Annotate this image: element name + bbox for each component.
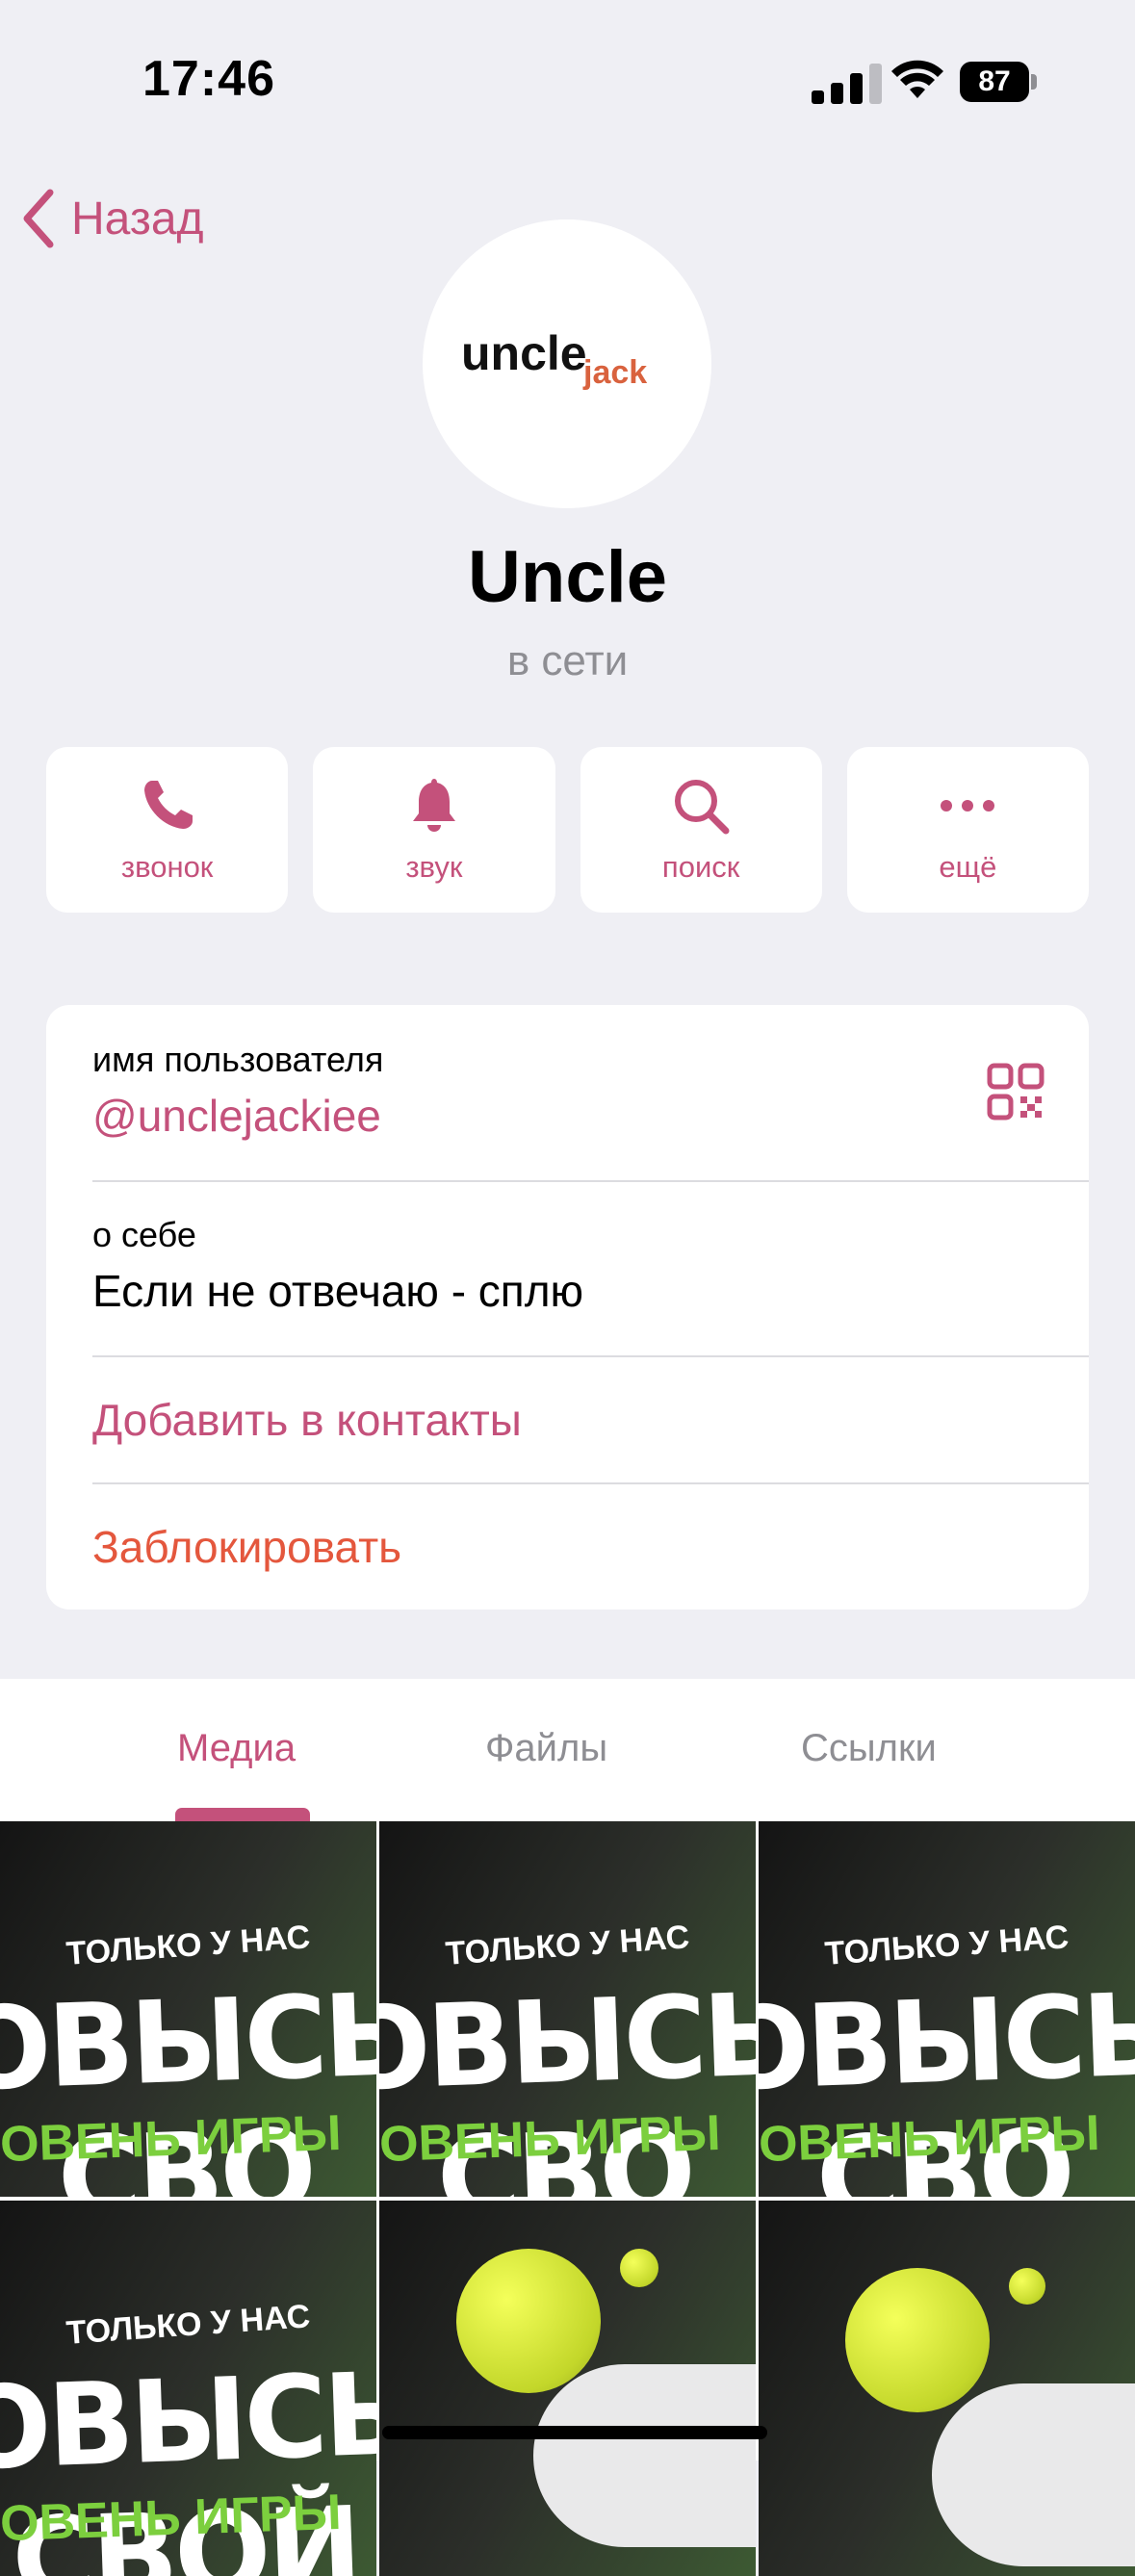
back-label: Назад <box>71 193 204 245</box>
battery-icon: 87 <box>960 62 1039 102</box>
tennis-ball-image <box>456 2249 601 2393</box>
tab-links[interactable]: Ссылки <box>801 1727 937 1770</box>
divider <box>92 1482 1089 1484</box>
add-contact-button[interactable]: Добавить в контакты <box>92 1394 1089 1446</box>
username-row[interactable]: имя пользователя @unclejackiee <box>92 1040 1089 1142</box>
media-thumbnail[interactable]: ТОЛЬКО У НАС ОВЫСЬ СВО ОВЕНЬ ИГРЫ <box>0 1821 376 2197</box>
media-tabs: Медиа Файлы Ссылки <box>0 1679 1135 1821</box>
tab-media[interactable]: Медиа <box>177 1727 296 1770</box>
sneaker-image <box>533 2364 756 2547</box>
media-thumbnail[interactable]: ТОЛЬКО У НАС ОВЫСЬ СВО ОВЕНЬ ИГРЫ <box>379 1821 756 2197</box>
tennis-ball-image <box>845 2268 990 2412</box>
call-button[interactable]: звонок <box>46 747 289 913</box>
media-thumbnail[interactable] <box>759 2201 1135 2576</box>
divider <box>92 1355 1089 1357</box>
cellular-signal-icon <box>812 62 887 104</box>
sound-label: звук <box>405 850 463 884</box>
active-tab-indicator <box>175 1808 310 1821</box>
block-button[interactable]: Заблокировать <box>92 1521 1089 1573</box>
info-card: имя пользователя @unclejackiee о себе Ес… <box>46 1005 1089 1610</box>
username-value[interactable]: @unclejackiee <box>92 1090 1089 1142</box>
media-grid: ТОЛЬКО У НАС ОВЫСЬ СВО ОВЕНЬ ИГРЫ ТОЛЬКО… <box>0 1821 1135 2576</box>
battery-level: 87 <box>960 62 1029 102</box>
search-label: поиск <box>661 850 740 884</box>
search-button[interactable]: поиск <box>580 747 822 913</box>
about-label: о себе <box>92 1215 196 1254</box>
phone-icon <box>143 781 193 829</box>
more-label: ещё <box>939 850 997 884</box>
status-time: 17:46 <box>142 51 275 107</box>
about-value: Если не отвечаю - сплю <box>92 1266 584 1316</box>
profile-name: Uncle <box>468 536 667 618</box>
divider <box>92 1180 1089 1182</box>
media-thumbnail[interactable] <box>379 2201 756 2576</box>
bell-icon <box>412 779 455 832</box>
search-icon <box>675 780 730 835</box>
tab-files[interactable]: Файлы <box>485 1727 607 1770</box>
more-icon <box>941 800 995 811</box>
username-label: имя пользователя <box>92 1040 384 1079</box>
online-status: в сети <box>506 637 629 684</box>
media-thumbnail[interactable]: ТОЛЬКО У НАС ОВЫСЬ СВОЙ ОВЕНЬ ИГРЫ <box>0 2201 376 2576</box>
wifi-icon <box>890 60 944 105</box>
about-row: о себе Если не отвечаю - сплю <box>92 1215 1089 1317</box>
action-buttons: звонок звук поиск ещё <box>46 747 1089 913</box>
sneaker-image <box>932 2383 1135 2566</box>
sound-button[interactable]: звук <box>313 747 555 913</box>
chevron-left-icon <box>23 189 54 248</box>
back-button[interactable]: Назад <box>21 189 204 248</box>
avatar-logo: uncle jack <box>461 326 648 391</box>
call-label: звонок <box>120 850 214 884</box>
media-thumbnail[interactable]: ТОЛЬКО У НАС ОВЫСЬ СВО ОВЕНЬ ИГРЫ <box>759 1821 1135 2197</box>
qr-code-icon[interactable] <box>987 1063 1045 1125</box>
home-indicator[interactable] <box>382 2426 767 2439</box>
avatar[interactable]: uncle jack <box>423 219 711 508</box>
more-button[interactable]: ещё <box>846 747 1089 913</box>
